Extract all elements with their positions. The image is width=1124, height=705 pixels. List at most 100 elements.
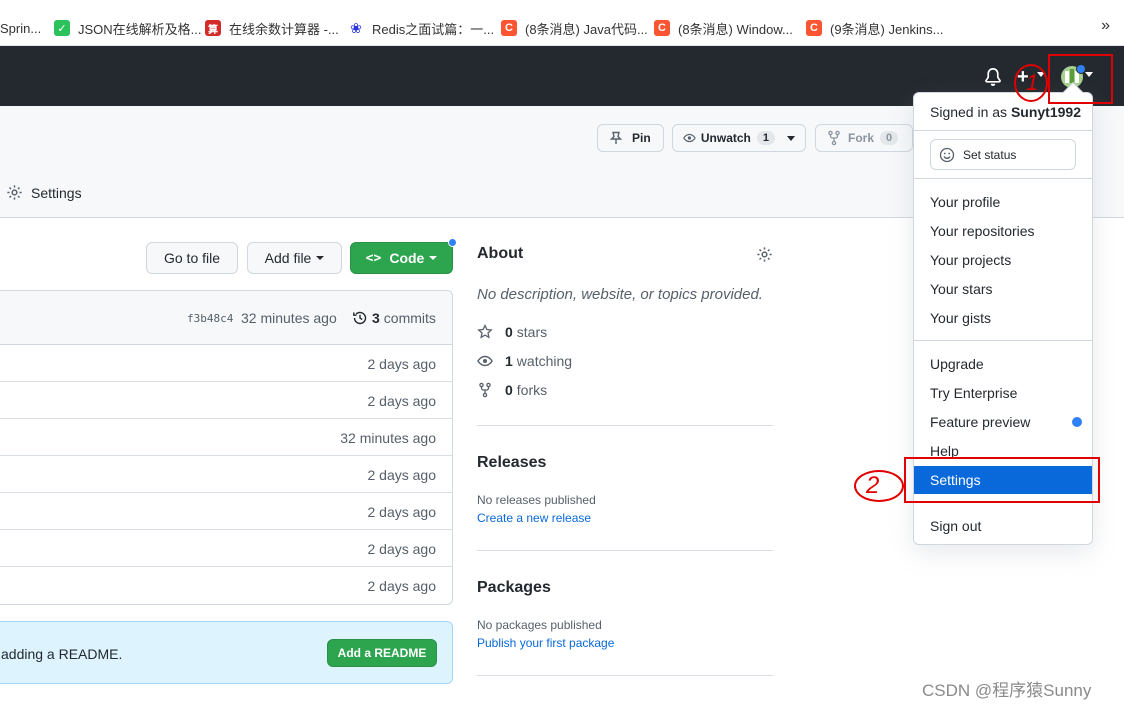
forks-count: 0 (505, 382, 513, 398)
bookmark-label: (8条消息) Window... (678, 21, 793, 37)
csdn-favicon-icon: C (806, 20, 822, 36)
packages-heading[interactable]: Packages (477, 579, 551, 597)
commits-count: 3 (372, 310, 380, 326)
add-readme-label: Add a README (337, 646, 427, 660)
add-readme-button[interactable]: Add a README (327, 639, 437, 667)
menu-item-your-gists[interactable]: Your gists (930, 310, 991, 326)
divider (914, 340, 1092, 341)
add-file-caret-icon (316, 256, 325, 260)
commits-link[interactable]: 3 commits (352, 310, 436, 326)
menu-item-feature-preview[interactable]: Feature preview (930, 414, 1030, 430)
file-list: f3b48c4 32 minutes ago 3 commits 2 days … (0, 290, 453, 605)
code-label: Code (389, 250, 425, 266)
menu-item-your-repositories[interactable]: Your repositories (930, 223, 1035, 239)
bookmarks-overflow-button[interactable]: » (1101, 17, 1110, 35)
commit-sha[interactable]: f3b48c4 (187, 312, 233, 325)
baidu-paw-favicon-icon: ❀ (348, 20, 364, 36)
divider (914, 130, 1092, 131)
menu-item-your-profile[interactable]: Your profile (930, 194, 1000, 210)
table-row[interactable]: 2 days ago (0, 567, 452, 604)
stars-link[interactable]: 0 stars (477, 324, 547, 340)
csdn-favicon-icon: C (501, 20, 517, 36)
file-row-time: 2 days ago (367, 541, 437, 557)
go-to-file-label: Go to file (163, 250, 221, 266)
gear-icon (7, 185, 22, 200)
set-status-label: Set status (963, 147, 1017, 162)
bookmark-item-jenkins[interactable]: C (9条消息) Jenkins... (806, 17, 943, 39)
fork-button[interactable]: Fork 0 (815, 124, 913, 152)
divider (477, 425, 773, 426)
calculator-favicon-icon: 算 (205, 20, 221, 36)
watching-link[interactable]: 1 watching (477, 353, 572, 369)
divider (477, 550, 773, 551)
bookmark-label: Redis之面试篇：一... (372, 21, 495, 37)
forks-link[interactable]: 0 forks (477, 382, 547, 398)
unwatch-button[interactable]: Unwatch 1 (672, 124, 806, 152)
signed-in-as-text: Signed in as Sunyt1992 (930, 104, 1081, 120)
code-button[interactable]: <> Code (350, 242, 453, 274)
bookmark-item-java[interactable]: C (8条消息) Java代码... (501, 17, 648, 39)
file-row-time: 32 minutes ago (340, 430, 436, 446)
watching-count: 1 (505, 353, 513, 369)
menu-item-sign-out[interactable]: Sign out (930, 518, 981, 534)
annotation-mark-1: 1 (1026, 70, 1039, 95)
history-icon (353, 311, 367, 325)
table-row[interactable]: 2 days ago (0, 456, 452, 493)
releases-empty-text: No releases published (477, 493, 596, 507)
bookmark-item-calculator[interactable]: 算 在线余数计算器 -... (205, 17, 339, 39)
forks-label: forks (516, 382, 548, 398)
fork-counter: 0 (880, 131, 899, 145)
csdn-favicon-icon: C (654, 20, 670, 36)
table-row[interactable]: 2 days ago (0, 530, 452, 567)
about-settings-gear-icon[interactable] (756, 246, 773, 263)
create-release-link[interactable]: Create a new release (477, 511, 591, 525)
feature-preview-dot (1072, 417, 1082, 427)
smiley-icon (939, 147, 955, 162)
notification-bell-icon[interactable] (984, 68, 1002, 86)
stars-label: stars (516, 324, 548, 340)
file-row-time: 2 days ago (367, 578, 437, 594)
table-row[interactable]: 2 days ago (0, 345, 452, 382)
file-row-time: 2 days ago (367, 504, 437, 520)
bookmark-item-windows[interactable]: C (8条消息) Window... (654, 17, 793, 39)
unwatch-caret-icon (787, 135, 795, 141)
bookmark-item-redis[interactable]: ❀ Redis之面试篇：一... (348, 17, 494, 39)
fork-icon (828, 130, 840, 146)
menu-item-your-stars[interactable]: Your stars (930, 281, 993, 297)
set-status-button[interactable]: Set status (930, 139, 1076, 170)
menu-item-upgrade[interactable]: Upgrade (930, 356, 984, 372)
commits-label: commits (383, 310, 436, 326)
go-to-file-button[interactable]: Go to file (146, 242, 238, 274)
eye-icon (477, 353, 493, 369)
tab-settings-label: Settings (31, 184, 82, 201)
releases-heading[interactable]: Releases (477, 454, 546, 472)
code-brackets-icon: <> (365, 250, 382, 266)
watching-label: watching (516, 353, 573, 369)
csdn-watermark: CSDN @程序猿Sunny (922, 681, 1092, 700)
pin-label: Pin (632, 131, 651, 145)
watch-counter: 1 (756, 131, 775, 145)
table-row[interactable]: 2 days ago (0, 382, 452, 419)
tab-settings[interactable]: Settings (6, 184, 82, 201)
bookmark-item-json[interactable]: ✓ JSON在线解析及格... (54, 17, 202, 39)
menu-item-try-enterprise[interactable]: Try Enterprise (930, 385, 1017, 401)
add-file-button[interactable]: Add file (247, 242, 342, 274)
fork-icon (477, 382, 493, 398)
stars-count: 0 (505, 324, 513, 340)
file-row-time: 2 days ago (367, 356, 437, 372)
table-row[interactable]: 32 minutes ago (0, 419, 452, 456)
bookmark-label: Sprin... (0, 20, 42, 36)
fork-label: Fork (848, 131, 875, 145)
pin-button[interactable]: Pin (597, 124, 664, 152)
packages-empty-text: No packages published (477, 618, 602, 632)
bookmark-item-spring[interactable]: Sprin... (0, 17, 41, 39)
latest-commit-bar: f3b48c4 32 minutes ago 3 commits (0, 291, 452, 345)
code-notification-dot (448, 238, 457, 247)
menu-item-your-projects[interactable]: Your projects (930, 252, 1011, 268)
annotation-mark-2: 2 (866, 472, 880, 499)
code-caret-icon (429, 256, 438, 260)
add-file-label: Add file (264, 250, 312, 266)
publish-package-link[interactable]: Publish your first package (477, 636, 614, 650)
table-row[interactable]: 2 days ago (0, 493, 452, 530)
bookmark-label: JSON在线解析及格... (78, 21, 202, 37)
